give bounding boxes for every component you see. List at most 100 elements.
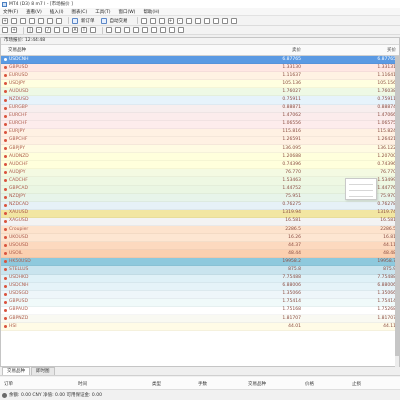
bid-cell: 1.75168 <box>282 307 301 313</box>
tile-windows-icon[interactable] <box>185 17 192 24</box>
cursor-icon[interactable] <box>2 27 8 33</box>
symbol-column-header[interactable]: 交易品种 <box>1 47 201 53</box>
auto-trade-icon[interactable] <box>100 17 107 24</box>
w1-period-icon[interactable] <box>169 27 175 33</box>
m30-period-icon[interactable] <box>133 27 139 33</box>
tooltip-line <box>349 184 373 185</box>
symbol-diamond-icon <box>4 82 7 86</box>
ask-column-header[interactable]: 买价 <box>304 47 399 53</box>
symbol-cell: USDJPY <box>1 80 201 88</box>
bid-cell: 1.76027 <box>282 88 301 94</box>
data-window-icon[interactable] <box>29 17 35 24</box>
ask-cell: 76.770 <box>380 169 396 175</box>
horizontal-line-icon[interactable]: - <box>36 27 42 33</box>
auto-trade-button[interactable]: 自动交易 <box>110 18 128 24</box>
menu-item[interactable]: 查看(V) <box>26 9 42 15</box>
text-icon[interactable]: A <box>72 27 78 33</box>
bar-chart-icon[interactable] <box>140 17 147 24</box>
symbol-cell: NZDCAD <box>1 201 201 209</box>
terminal-column-header[interactable]: 价格 <box>305 381 314 387</box>
terminal-column-header[interactable]: 订单 <box>4 381 13 387</box>
menu-item[interactable]: 图表(C) <box>72 9 88 15</box>
m15-period-icon[interactable] <box>124 27 130 33</box>
new-order-icon[interactable] <box>72 17 78 24</box>
tester-icon[interactable] <box>56 17 62 24</box>
bid-cell: 7.75488 <box>282 275 301 281</box>
symbol-diamond-icon <box>4 300 7 304</box>
terminal-column-header[interactable]: 时间 <box>78 381 87 387</box>
mn-period-icon[interactable] <box>178 27 184 33</box>
trendline-icon[interactable]: / <box>45 27 51 33</box>
quote-row[interactable]: HSI 44.01 44.11 <box>1 323 399 332</box>
m5-period-icon[interactable] <box>115 27 121 33</box>
ask-cell: 1.11641 <box>377 72 396 78</box>
terminal-column-header[interactable]: 手数 <box>198 381 207 387</box>
menu-item[interactable]: 工具(T) <box>95 9 110 15</box>
vertical-line-icon[interactable]: | <box>27 27 33 33</box>
h1-period-icon[interactable] <box>142 27 148 33</box>
label-icon[interactable]: T <box>81 27 87 33</box>
bid-cell: 1.20688 <box>282 153 301 159</box>
symbol-cell: GBPCAD <box>1 185 201 193</box>
symbol-diamond-icon <box>4 211 7 215</box>
symbol-name: CADCHF <box>9 177 28 183</box>
bid-cell: 6.88006 <box>282 283 301 289</box>
m1-period-icon[interactable] <box>106 27 112 33</box>
menu-bar: 文件(F) 查看(V) 插入(I) 图表(C) 工具(T) 窗口(W) 帮助(H) <box>0 8 400 16</box>
market-watch-panel: 市场报价: 12:44:48 交易品种 卖价 买价 USDCNH 6.87765 6… <box>0 37 400 367</box>
symbol-diamond-icon <box>4 284 7 288</box>
symbol-cell: USDHKD <box>1 274 201 282</box>
vertical-scrollbar[interactable] <box>395 56 399 367</box>
line-chart-icon[interactable] <box>158 17 165 24</box>
bid-cell: 1.26591 <box>282 137 301 143</box>
symbol-cell: AUDJPY <box>1 169 201 177</box>
terminal-column-header[interactable]: 类型 <box>152 381 161 387</box>
fibonacci-icon[interactable] <box>63 27 69 33</box>
new-order-button[interactable]: 新订单 <box>81 18 95 24</box>
zoom-out-icon[interactable]: - <box>176 17 183 24</box>
ask-cell: 0.74396 <box>377 161 396 167</box>
tab-tick-chart[interactable]: 即时图 <box>31 367 55 375</box>
menu-item[interactable]: 文件(F) <box>3 9 18 15</box>
autoscroll-icon[interactable] <box>194 17 201 24</box>
symbol-name: AUDJPY <box>9 169 26 175</box>
symbol-diamond-icon <box>4 130 7 134</box>
bid-cell: 875.8 <box>288 266 301 272</box>
menu-item[interactable]: 窗口(W) <box>118 9 135 15</box>
channel-icon[interactable] <box>54 27 60 33</box>
terminal-icon[interactable] <box>47 17 53 24</box>
ask-cell: 0.88874 <box>377 105 396 111</box>
menu-item[interactable]: 帮助(H) <box>143 9 159 15</box>
scrollbar-thumb[interactable] <box>395 56 399 356</box>
chart-shift-icon[interactable] <box>203 17 210 24</box>
periods-icon[interactable] <box>221 17 228 24</box>
bid-column-header[interactable]: 卖价 <box>201 47 304 53</box>
h4-period-icon[interactable] <box>151 27 157 33</box>
market-watch-icon[interactable] <box>20 17 26 24</box>
symbol-cell: GBPJPY <box>1 145 201 153</box>
templates-icon[interactable] <box>230 17 237 24</box>
navigator-icon[interactable] <box>38 17 44 24</box>
symbol-name: NZDCAD <box>9 202 29 208</box>
symbol-name: NZDJPY <box>9 194 26 200</box>
ask-cell: 1.26421 <box>377 137 396 143</box>
symbol-cell: NZDUSD <box>1 96 201 104</box>
menu-item[interactable]: 插入(I) <box>50 9 64 15</box>
candle-chart-icon[interactable] <box>149 17 156 24</box>
terminal-column-header[interactable]: 止损 <box>352 381 361 387</box>
bid-cell: 76.770 <box>285 169 301 175</box>
toolbar-separator <box>136 17 138 24</box>
drawing-toolbar: + | - / A T <box>0 26 400 35</box>
indicators-icon[interactable] <box>212 17 219 24</box>
crosshair-icon[interactable]: + <box>11 27 17 33</box>
terminal-column-header[interactable]: 交易品种 <box>248 381 266 387</box>
arrows-icon[interactable] <box>90 27 96 33</box>
new-chart-icon[interactable]: + <box>2 17 8 24</box>
zoom-in-icon[interactable]: + <box>167 17 174 24</box>
bid-cell: 44.01 <box>288 323 301 329</box>
tab-symbols[interactable]: 交易品种 <box>2 367 30 375</box>
profiles-icon[interactable] <box>11 17 17 24</box>
d1-period-icon[interactable] <box>160 27 166 33</box>
watch-tabs: 交易品种 即时图 <box>0 367 400 376</box>
symbol-name: XAUUSD <box>9 210 29 216</box>
